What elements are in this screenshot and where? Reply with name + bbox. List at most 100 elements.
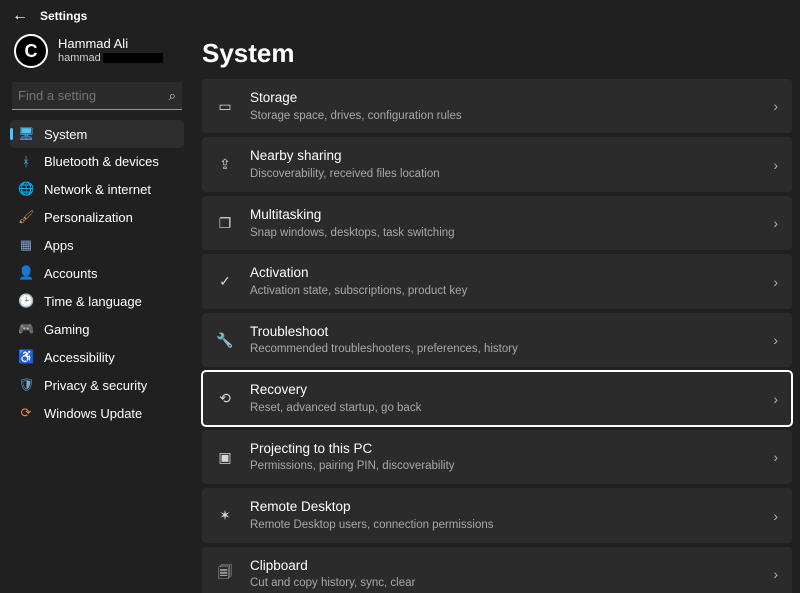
row-icon: 🔧 — [216, 332, 234, 349]
user-block[interactable]: C Hammad Ali hammad — [10, 32, 184, 78]
sidebar-item-privacy-security[interactable]: 🛡 Privacy & security — [10, 371, 184, 399]
sidebar-item-label: System — [44, 127, 87, 142]
row-text: Remote Desktop Remote Desktop users, conn… — [250, 498, 757, 532]
row-description: Storage space, drives, configuration rul… — [250, 109, 757, 124]
window-title: Settings — [40, 9, 87, 23]
back-button[interactable]: ← — [12, 7, 28, 25]
nav-icon: ▦ — [18, 237, 34, 253]
nav-icon: 🖌 — [18, 209, 34, 225]
row-title: Clipboard — [250, 557, 757, 575]
row-title: Multitasking — [250, 206, 757, 224]
sidebar-item-label: Windows Update — [44, 406, 142, 421]
nav-list: 🖥 System ᚼ Bluetooth & devices 🌐 Network & in… — [10, 120, 184, 427]
row-title: Recovery — [250, 381, 757, 399]
nav-icon: ♿ — [18, 349, 34, 365]
settings-row-remote-desktop[interactable]: ✶ Remote Desktop Remote Desktop users, con… — [202, 488, 792, 542]
sidebar-item-gaming[interactable]: 🎮Gaming — [10, 315, 184, 343]
row-icon: ▣ — [216, 449, 234, 466]
row-text: TroubleshootRecommended troubleshooters,… — [250, 323, 757, 357]
chevron-right-icon: › — [773, 508, 778, 524]
chevron-right-icon: › — [773, 274, 778, 290]
main-panel: System ▭ Storage Storage space, drives, co… — [190, 32, 800, 593]
nav-icon: 🛡 — [18, 377, 34, 393]
sidebar-item-time-language[interactable]: 🕒 Time & language — [10, 287, 184, 315]
email-redaction — [103, 53, 163, 63]
sidebar-item-apps[interactable]: ▦ Apps — [10, 231, 184, 259]
sidebar-item-system[interactable]: 🖥 System — [10, 120, 184, 148]
nav-icon: 👤 — [18, 265, 34, 281]
chevron-right-icon: › — [773, 332, 778, 348]
row-icon: ▭ — [216, 98, 234, 115]
row-text: Activation Activation state, subscription… — [250, 264, 757, 298]
row-title: Nearby sharing — [250, 147, 757, 165]
settings-row-activation[interactable]: ✓ Activation Activation state, subscriptio… — [202, 254, 792, 308]
search-icon: ⌕ — [169, 88, 176, 104]
sidebar-item-label: Personalization — [44, 210, 133, 225]
row-text: Projecting to this PCPermissions, pairin… — [250, 440, 757, 474]
row-icon: ❐ — [216, 215, 234, 232]
row-icon: 🗐 — [216, 562, 234, 586]
sidebar-item-label: Network & internet — [44, 182, 151, 197]
row-icon: ✓ — [216, 273, 234, 290]
settings-row-storage[interactable]: ▭ Storage Storage space, drives, configura… — [202, 79, 792, 133]
sidebar-item-windows-update[interactable]: ⟳Windows Update — [10, 399, 184, 427]
nav-icon: 🌐 — [18, 181, 34, 197]
row-icon: ⇪ — [216, 156, 234, 173]
user-email: hammad — [58, 52, 163, 66]
sidebar-item-label: Bluetooth & devices — [44, 154, 159, 169]
settings-row-nearby-sharing[interactable]: ⇪ Nearby sharing Discoverability, received… — [202, 137, 792, 191]
sidebar-item-personalization[interactable]: 🖌 Personalization — [10, 203, 184, 231]
row-text: Multitasking Snap windows, desktops, task… — [250, 206, 757, 240]
nav-icon: 🎮 — [18, 321, 34, 337]
row-description: Reset, advanced startup, go back — [250, 401, 757, 416]
row-icon: ⟲ — [216, 390, 234, 407]
row-icon: ✶ — [216, 507, 234, 524]
sidebar-item-label: Privacy & security — [44, 378, 147, 393]
user-text: Hammad Ali hammad — [58, 36, 163, 66]
row-description: Activation state, subscriptions, product… — [250, 284, 757, 299]
row-description: Snap windows, desktops, task switching — [250, 226, 757, 241]
sidebar: C Hammad Ali hammad ⌕ 🖥 System ᚼ Bluetooth … — [0, 32, 190, 593]
sidebar-item-label: Apps — [44, 238, 74, 253]
row-description: Discoverability, received files location — [250, 167, 757, 182]
avatar: C — [14, 34, 48, 68]
row-title: Storage — [250, 89, 757, 107]
sidebar-item-label: Time & language — [44, 294, 142, 309]
sidebar-item-label: Accessibility — [44, 350, 115, 365]
nav-icon: ᚼ — [18, 154, 34, 169]
chevron-right-icon: › — [773, 566, 778, 582]
sidebar-item-accounts[interactable]: 👤 Accounts — [10, 259, 184, 287]
page-title: System — [202, 38, 792, 69]
sidebar-item-network-internet[interactable]: 🌐 Network & internet — [10, 175, 184, 203]
chevron-right-icon: › — [773, 449, 778, 465]
settings-row-recovery[interactable]: ⟲ Recovery Reset, advanced startup, go bac… — [202, 371, 792, 425]
search-input[interactable] — [12, 82, 182, 110]
search-wrap: ⌕ — [12, 82, 182, 110]
nav-icon: 🖥 — [18, 126, 34, 142]
chevron-right-icon: › — [773, 157, 778, 173]
user-name: Hammad Ali — [58, 36, 163, 52]
settings-row-multitasking[interactable]: ❐ Multitasking Snap windows, desktops, tas… — [202, 196, 792, 250]
row-text: Storage Storage space, drives, configurat… — [250, 89, 757, 123]
row-text: Nearby sharing Discoverability, received … — [250, 147, 757, 181]
row-description: Permissions, pairing PIN, discoverabilit… — [250, 459, 757, 474]
settings-row-troubleshoot[interactable]: 🔧 TroubleshootRecommended troubleshooters… — [202, 313, 792, 367]
row-title: Troubleshoot — [250, 323, 757, 341]
sidebar-item-accessibility[interactable]: ♿ Accessibility — [10, 343, 184, 371]
chevron-right-icon: › — [773, 391, 778, 407]
sidebar-item-bluetooth-devices[interactable]: ᚼ Bluetooth & devices — [10, 148, 184, 175]
row-title: Activation — [250, 264, 757, 282]
settings-row-projecting-to-this-pc[interactable]: ▣ Projecting to this PCPermissions, pairi… — [202, 430, 792, 484]
row-title: Projecting to this PC — [250, 440, 757, 458]
row-title: Remote Desktop — [250, 498, 757, 516]
chevron-right-icon: › — [773, 215, 778, 231]
settings-row-clipboard[interactable]: 🗐 ClipboardCut and copy history, sync, cl… — [202, 547, 792, 593]
sidebar-item-label: Accounts — [44, 266, 97, 281]
settings-rows: ▭ Storage Storage space, drives, configura… — [202, 79, 792, 593]
row-description: Remote Desktop users, connection permiss… — [250, 518, 757, 533]
row-description: Recommended troubleshooters, preferences… — [250, 342, 757, 357]
row-description: Cut and copy history, sync, clear — [250, 576, 757, 591]
row-text: ClipboardCut and copy history, sync, cle… — [250, 557, 757, 591]
title-bar: ← Settings — [0, 0, 800, 32]
nav-icon: 🕒 — [18, 293, 34, 309]
